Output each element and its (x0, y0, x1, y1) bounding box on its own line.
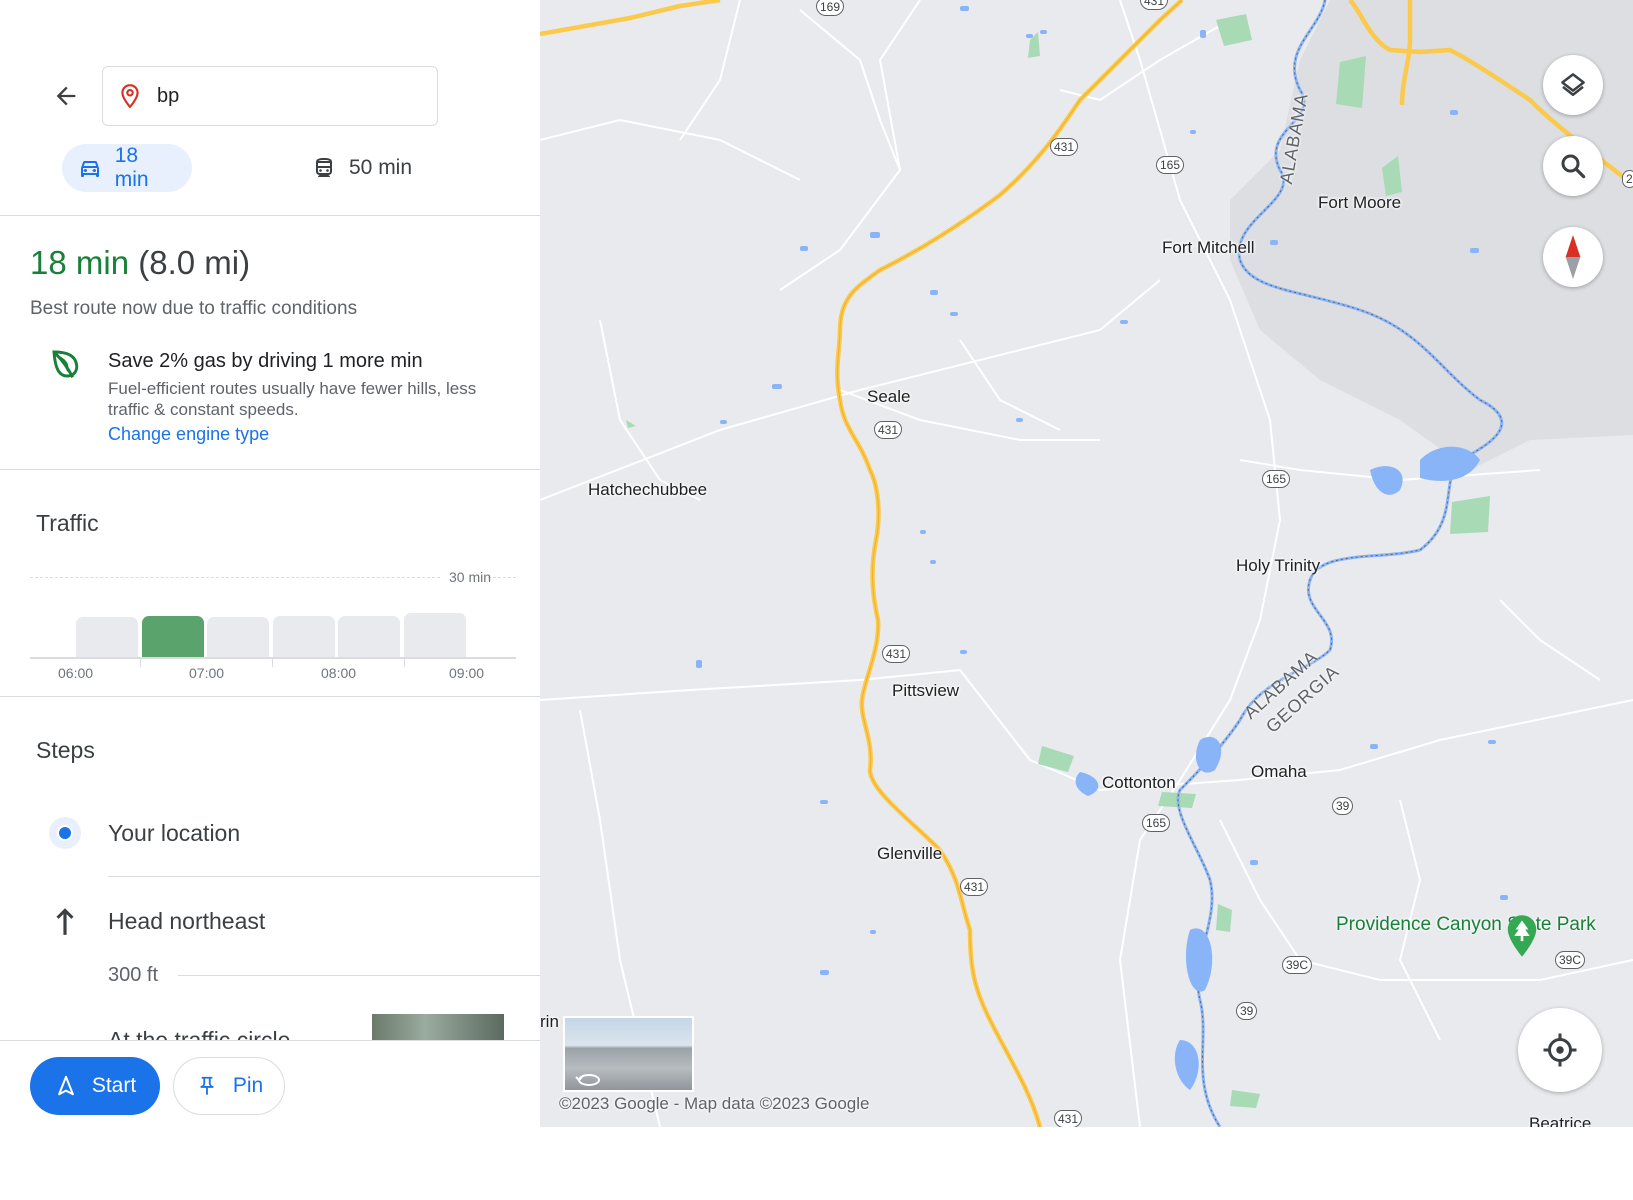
route-shield: 431 (882, 645, 911, 663)
place-label[interactable]: Pittsview (892, 681, 959, 701)
back-button[interactable] (46, 76, 86, 116)
divider (0, 696, 540, 697)
route-shield: 165 (1142, 814, 1171, 832)
divider (178, 975, 540, 976)
route-shield: 39C (1282, 956, 1313, 974)
pushpin-icon (195, 1074, 219, 1098)
route-shield: 169 (816, 0, 845, 16)
directions-panel: 18 min 50 min 18 min (8.0 mi) Best route… (0, 0, 540, 1127)
tab-driving[interactable]: 18 min (62, 144, 192, 192)
arrow-up-icon (56, 908, 74, 935)
traffic-bar[interactable] (403, 613, 466, 657)
chart-axis (30, 657, 516, 659)
crosshair-icon (1543, 1033, 1577, 1067)
route-shield: 165 (1262, 470, 1291, 488)
route-shield: 39 (1332, 797, 1354, 815)
action-bar: Start Pin (0, 1040, 540, 1127)
divider (108, 876, 540, 877)
navigation-arrow-icon (54, 1074, 78, 1098)
park-label[interactable]: Providence Canyon State Park (1336, 913, 1596, 937)
map-canvas[interactable]: 169 431 431 165 431 165 431 165 39 431 3… (540, 0, 1633, 1127)
place-label[interactable]: Hatchechubbee (588, 480, 707, 500)
leaf-icon (52, 350, 79, 378)
route-shield: 431 (1050, 138, 1079, 156)
route-shield: 431 (960, 878, 989, 896)
map-pin-icon (115, 81, 145, 111)
eco-title: Save 2% gas by driving 1 more min (108, 350, 423, 372)
traffic-bar[interactable] (272, 615, 335, 657)
transit-icon (311, 155, 337, 181)
route-distance: (8.0 mi) (138, 244, 251, 281)
destination-search-box[interactable] (102, 66, 438, 126)
street-view-rotate-icon (575, 1074, 600, 1086)
chart-gridline (30, 577, 440, 578)
place-label[interactable]: Beatrice (1529, 1114, 1591, 1127)
step-distance: 300 ft (108, 964, 159, 986)
route-shield: 431 (874, 421, 903, 439)
place-label[interactable]: Glenville (877, 844, 942, 864)
arrow-back-icon (56, 86, 76, 106)
step-traffic-circle[interactable]: At the traffic circle (108, 1023, 290, 1041)
layers-icon (1561, 73, 1585, 96)
chart-tick-label: 09:00 (449, 665, 485, 681)
location-dot-icon (49, 817, 81, 849)
compass-button[interactable] (1543, 227, 1603, 287)
traffic-bar[interactable] (338, 615, 400, 657)
chart-tick (140, 659, 141, 667)
divider (0, 469, 540, 470)
start-button[interactable]: Start (30, 1057, 160, 1115)
traffic-heading: Traffic (36, 510, 99, 536)
map-search-button[interactable] (1543, 136, 1603, 196)
destination-input[interactable] (157, 84, 417, 108)
compass-icon (1565, 235, 1581, 279)
search-icon (1561, 154, 1586, 179)
pin-button-label: Pin (232, 1074, 264, 1097)
pin-button[interactable]: Pin (173, 1057, 285, 1115)
divider (0, 215, 540, 216)
bottom-strip (0, 1127, 1633, 1200)
route-shield: 39 (1236, 1002, 1258, 1020)
route-summary: 18 min (8.0 mi) (30, 244, 250, 282)
place-label[interactable]: rin (540, 1012, 559, 1032)
traffic-bar[interactable] (141, 615, 204, 657)
place-label[interactable]: Omaha (1251, 762, 1307, 782)
chart-tick (404, 659, 405, 667)
eco-description: Fuel-efficient routes usually have fewer… (108, 379, 477, 419)
tab-transit-label: 50 min (349, 156, 413, 179)
route-shield: 431 (1054, 1110, 1083, 1127)
route-shield: 2 (1622, 170, 1633, 188)
traffic-bar[interactable] (76, 617, 138, 657)
chart-gridline (488, 577, 516, 578)
map-copyright: ©2023 Google - Map data ©2023 Google (559, 1094, 870, 1113)
street-view-thumbnail[interactable] (563, 1016, 694, 1092)
route-shield: 165 (1156, 156, 1185, 174)
step-head-northeast[interactable]: Head northeast (108, 908, 265, 935)
route-note: Best route now due to traffic conditions (30, 298, 358, 319)
tab-driving-label: 18 min (114, 144, 149, 191)
traffic-bar[interactable] (207, 617, 269, 657)
change-engine-type-link[interactable]: Change engine type (108, 424, 269, 445)
steps-heading: Steps (36, 737, 95, 763)
layers-button[interactable] (1543, 55, 1603, 115)
chart-max-label: 30 min (449, 569, 492, 585)
my-location-button[interactable] (1518, 1008, 1602, 1092)
chart-tick (272, 659, 273, 667)
step-your-location[interactable]: Your location (108, 820, 240, 847)
chart-tick-label: 08:00 (321, 665, 357, 681)
chart-tick-label: 07:00 (189, 665, 225, 681)
chart-tick-label: 06:00 (58, 665, 94, 681)
tab-transit[interactable]: 50 min (296, 144, 427, 192)
place-label[interactable]: Fort Moore (1318, 193, 1401, 213)
map-base-layer (540, 0, 1633, 1127)
place-label[interactable]: Fort Mitchell (1162, 238, 1255, 258)
route-shield: 39C (1555, 951, 1586, 969)
start-button-label: Start (91, 1074, 137, 1097)
park-tree-icon[interactable] (1506, 914, 1538, 958)
place-label[interactable]: Cottonton (1102, 773, 1176, 793)
place-label[interactable]: Holy Trinity (1236, 556, 1320, 576)
car-icon (77, 155, 103, 181)
route-duration: 18 min (30, 244, 130, 281)
place-label[interactable]: Seale (867, 387, 910, 407)
